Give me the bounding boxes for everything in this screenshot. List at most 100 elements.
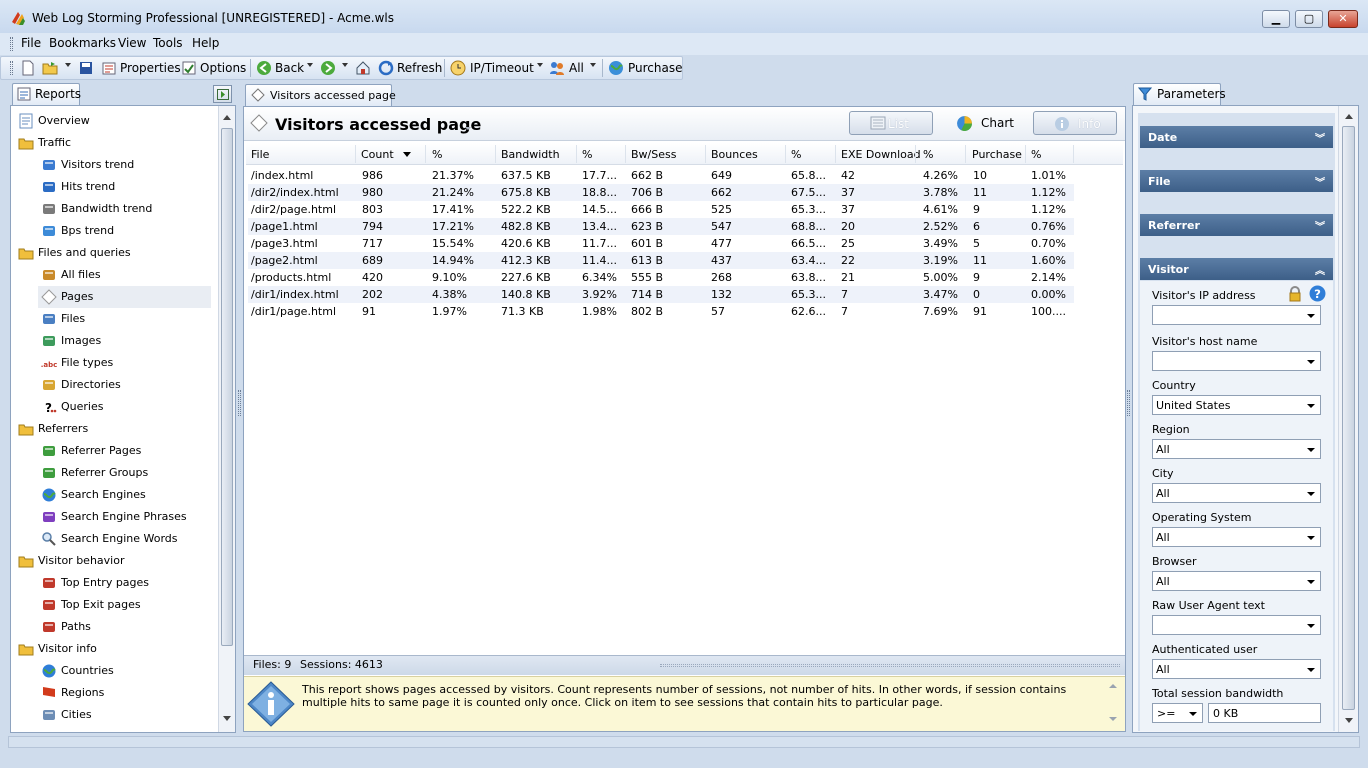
options-button[interactable]: Options [200,61,246,75]
sidebar-item-files[interactable]: Files [41,308,214,330]
sidebar-item-search-engines[interactable]: Search Engines [41,484,214,506]
info-view-button[interactable]: Info [1033,111,1117,135]
param-select-browser[interactable]: All [1152,571,1321,591]
menu-view[interactable]: View [118,36,146,50]
scroll-thumb[interactable] [221,128,233,646]
sidebar-item-files-and-queries[interactable]: Files and queries [18,242,214,264]
sidebar-item-hits-trend[interactable]: Hits trend [41,176,214,198]
reports-scrollbar[interactable] [218,106,235,732]
param-select-visitor-s-ip-address[interactable] [1152,305,1321,325]
column-separator[interactable] [915,145,916,163]
section-file[interactable]: File ︾ [1140,170,1333,192]
column-separator[interactable] [1073,145,1074,163]
sidebar-item-search-engine-phrases[interactable]: Search Engine Phrases [41,506,214,528]
scroll-up-arrow[interactable] [223,115,231,120]
ip-timeout-dropdown-arrow[interactable] [537,63,543,67]
save-icon[interactable] [78,60,94,76]
column-separator[interactable] [425,145,426,163]
info-scroll-down-arrow[interactable] [1109,717,1117,721]
back-button[interactable]: Back [275,61,304,75]
col-purchase-percent[interactable]: % [1031,148,1041,161]
table-row[interactable]: /dir2/index.html 980 21.24% 675.8 KB 18.8...… [248,184,1074,201]
sidebar-item-countries[interactable]: Countries [41,660,214,682]
table-row[interactable]: /dir2/page.html 803 17.41% 522.2 KB 14.5... 6… [248,201,1074,218]
collapse-chevron-icon[interactable]: ︽ [1315,262,1325,277]
col-count-percent[interactable]: % [432,148,442,161]
forward-dropdown-arrow[interactable] [342,63,348,67]
table-row[interactable]: /dir1/page.html 91 1.97% 71.3 KB 1.98% 802 B 5… [248,303,1074,320]
section-visitor[interactable]: Visitor ︽ [1140,258,1333,280]
chart-view-button[interactable]: Chart [941,111,1025,135]
sidebar-item-top-entry-pages[interactable]: Top Entry pages [41,572,214,594]
info-scroll-up-arrow[interactable] [1109,684,1117,688]
purchase-button[interactable]: Purchase [628,61,683,75]
list-view-button[interactable]: List [849,111,933,135]
col-exe-download[interactable]: EXE Download [841,148,921,161]
menu-help[interactable]: Help [192,36,219,50]
sidebar-item-images[interactable]: Images [41,330,214,352]
sidebar-item-traffic[interactable]: Traffic [18,132,214,154]
menu-grip[interactable] [10,37,13,51]
scroll-down-arrow[interactable] [223,716,231,721]
sidebar-item-all-files[interactable]: All files [41,264,214,286]
param-select-operating-system[interactable]: All [1152,527,1321,547]
table-row[interactable]: /page2.html 689 14.94% 412.3 KB 11.4... 613 B… [248,252,1074,269]
sidebar-item-file-types[interactable]: .abc File types [41,352,214,374]
sidebar-item-bandwidth-trend[interactable]: Bandwidth trend [41,198,214,220]
forward-arrow-icon[interactable] [320,60,336,76]
param-select-country[interactable]: United States [1152,395,1321,415]
expand-chevron-icon[interactable]: ︾ [1315,218,1325,233]
bandwidth-value-input[interactable]: 0 KB [1208,703,1321,723]
right-splitter[interactable] [1127,390,1130,416]
sidebar-item-referrers[interactable]: Referrers [18,418,214,440]
open-folder-icon[interactable] [42,60,58,76]
title-dropdown-arrow[interactable] [465,127,471,130]
parameters-scrollbar[interactable] [1338,106,1358,732]
maximize-button[interactable]: ▢ [1295,10,1323,28]
expand-chevron-icon[interactable]: ︾ [1315,130,1325,145]
column-separator[interactable] [785,145,786,163]
table-row[interactable]: /page1.html 794 17.21% 482.8 KB 13.4... 623 B… [248,218,1074,235]
help-icon[interactable]: ? [1309,285,1326,302]
sidebar-item-bps-trend[interactable]: Bps trend [41,220,214,242]
ip-timeout-button[interactable]: IP/Timeout [470,61,534,75]
param-select-city[interactable]: All [1152,483,1321,503]
sidebar-item-regions[interactable]: Regions [41,682,214,704]
section-referrer[interactable]: Referrer ︾ [1140,214,1333,236]
sidebar-item-queries[interactable]: ? Queries [41,396,214,418]
scroll-up-arrow[interactable] [1345,114,1353,119]
column-separator[interactable] [355,145,356,163]
sidebar-item-visitor-info[interactable]: Visitor info [18,638,214,660]
minimize-button[interactable]: ▁ [1262,10,1290,28]
all-filter-button[interactable]: All [569,61,584,75]
column-separator[interactable] [625,145,626,163]
sidebar-item-referrer-pages[interactable]: Referrer Pages [41,440,214,462]
back-dropdown-arrow[interactable] [307,63,313,67]
table-row[interactable]: /products.html 420 9.10% 227.6 KB 6.34% 555 B… [248,269,1074,286]
param-select-visitor-s-host-name[interactable] [1152,351,1321,371]
menu-tools[interactable]: Tools [153,36,183,50]
expand-chevron-icon[interactable]: ︾ [1315,174,1325,189]
column-separator[interactable] [965,145,966,163]
properties-button[interactable]: Properties [120,61,181,75]
sidebar-item-top-exit-pages[interactable]: Top Exit pages [41,594,214,616]
sidebar-item-referrer-groups[interactable]: Referrer Groups [41,462,214,484]
scroll-thumb[interactable] [1342,126,1355,710]
scroll-down-arrow[interactable] [1345,718,1353,723]
column-separator[interactable] [705,145,706,163]
param-select-authenticated-user[interactable]: All [1152,659,1321,679]
sidebar-item-paths[interactable]: Paths [41,616,214,638]
table-row[interactable]: /index.html 986 21.37% 637.5 KB 17.7... 662 B… [248,167,1074,184]
menu-bookmarks[interactable]: Bookmarks [49,36,116,50]
toolbar-grip[interactable] [10,61,13,75]
column-separator[interactable] [576,145,577,163]
bandwidth-operator-select[interactable]: >= [1152,703,1203,723]
new-file-icon[interactable] [20,60,36,76]
info-splitter[interactable] [660,664,1120,667]
col-bounces-percent[interactable]: % [791,148,801,161]
param-select-region[interactable]: All [1152,439,1321,459]
left-splitter[interactable] [238,390,241,416]
col-file[interactable]: File [251,148,269,161]
col-bandwidth[interactable]: Bandwidth [501,148,560,161]
column-separator[interactable] [835,145,836,163]
